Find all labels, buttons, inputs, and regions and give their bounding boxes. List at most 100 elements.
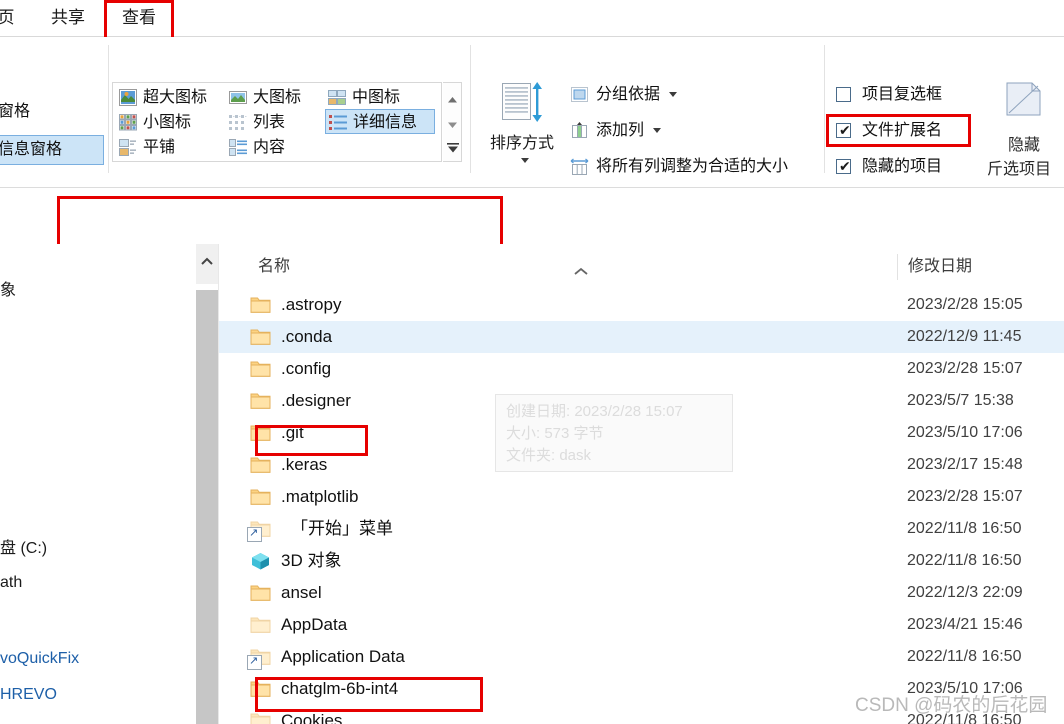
file-name[interactable]: ansel	[281, 577, 322, 609]
folder-icon	[250, 680, 271, 698]
hide-selected-items-icon	[1006, 82, 1041, 116]
nav-item-1[interactable]: 盘 (C:)	[0, 538, 47, 560]
sort-by-button[interactable]: 排序方式	[482, 81, 562, 168]
nav-item-3[interactable]: voQuickFix	[0, 648, 79, 670]
layout-item-label: 小图标	[143, 114, 192, 131]
scrollbar-thumb[interactable]	[196, 290, 218, 724]
folder-icon	[250, 424, 271, 442]
folder-icon	[250, 488, 271, 506]
hide-selected-line2: 斤选项目	[986, 161, 1051, 178]
add-column-icon	[570, 122, 590, 140]
file-date: 2023/2/28 15:07	[907, 488, 1023, 505]
ribbon-preview-pane-button[interactable]: 览窗格	[0, 97, 30, 121]
file-name[interactable]: AppData	[281, 609, 347, 641]
add-column-caret-icon[interactable]	[653, 128, 662, 134]
group-by-label: 分组依据	[596, 86, 661, 103]
column-header-date[interactable]: 修改日期	[897, 254, 972, 280]
table-row[interactable]: .conda 2022/12/9 11:45	[219, 321, 1064, 353]
table-row[interactable]: .config 2023/2/28 15:07	[219, 353, 1064, 385]
layout-content[interactable]: 内容	[226, 135, 320, 160]
folder-dim-icon	[250, 712, 271, 724]
folder-icon	[250, 328, 271, 346]
hidden-items-toggle[interactable]: ✔ 隐藏的项目	[836, 154, 942, 180]
shortcut-overlay-icon: ↗	[247, 527, 262, 542]
table-row[interactable]: .astropy 2023/2/28 15:05	[219, 289, 1064, 321]
file-name[interactable]: 3D 对象	[281, 545, 341, 577]
tab-view[interactable]: 查看	[106, 0, 172, 36]
gallery-scroll-down-icon[interactable]	[447, 116, 458, 128]
layout-details[interactable]: 详细信息	[325, 109, 435, 134]
sort-by-caret-icon[interactable]	[520, 157, 529, 163]
checkbox-hidden-items[interactable]: ✔	[836, 158, 851, 174]
nav-item-0[interactable]: 象	[0, 280, 16, 302]
layout-medium-icons[interactable]: 中图标	[325, 85, 419, 110]
table-row[interactable]: ansel 2022/12/3 22:09	[219, 577, 1064, 609]
nav-item-2[interactable]: ath	[0, 572, 22, 594]
item-checkboxes-toggle[interactable]: 项目复选框	[836, 82, 942, 108]
table-row[interactable]: AppData 2023/4/21 15:46	[219, 609, 1064, 641]
file-name[interactable]: .git	[281, 417, 304, 449]
file-list-header: 名称 修改日期	[219, 249, 1064, 285]
file-date: 2023/2/28 15:07	[907, 360, 1023, 377]
shortcut-arrow-icon: ↗	[249, 527, 259, 539]
folder-icon	[250, 296, 271, 314]
layout-list[interactable]: 列表	[226, 110, 320, 135]
group-by-button[interactable]: 分组依据	[570, 82, 678, 108]
layout-small-icons[interactable]: 小图标	[116, 110, 224, 135]
gallery-scroll-up-icon[interactable]	[447, 91, 458, 103]
layout-gallery-scroll[interactable]	[443, 82, 462, 162]
table-row[interactable]: 3D 对象 2022/11/8 16:50	[219, 545, 1064, 577]
file-name[interactable]: .matplotlib	[281, 481, 358, 513]
sort-ascending-icon	[574, 263, 588, 275]
file-name[interactable]: Cookies	[281, 705, 342, 724]
hide-selected-items-button[interactable]: 隐藏 斤选项目	[982, 81, 1064, 179]
file-date: 2022/11/8 16:50	[907, 552, 1022, 569]
sort-by-label: 排序方式	[489, 135, 554, 152]
file-extensions-toggle[interactable]: ✔ 文件扩展名	[836, 118, 942, 144]
file-name[interactable]: .conda	[281, 321, 332, 353]
add-column-button[interactable]: 添加列	[570, 118, 662, 144]
layout-item-label: 超大图标	[143, 89, 208, 106]
size-all-columns-label: 将所有列调整为合适的大小	[596, 158, 789, 175]
layout-large-icons[interactable]: 大图标	[226, 85, 320, 110]
gallery-expand-icon[interactable]	[447, 141, 459, 153]
column-header-name[interactable]: 名称	[258, 249, 290, 285]
file-name[interactable]: chatglm-6b-int4	[281, 673, 398, 705]
large-icons-icon	[229, 89, 247, 106]
ribbon-separator-2	[470, 45, 471, 173]
layout-item-label: 详细信息	[353, 114, 418, 131]
table-row[interactable]: ↗ 「开始」菜单 2022/11/8 16:50	[219, 513, 1064, 545]
navigation-pane-scrollbar[interactable]	[196, 244, 218, 724]
layout-item-label: 中图标	[352, 89, 401, 106]
file-name[interactable]: .config	[281, 353, 331, 385]
table-row[interactable]: ↗ Application Data 2022/11/8 16:50	[219, 641, 1064, 673]
tab-home[interactable]: 页	[0, 0, 26, 36]
group-by-icon	[570, 86, 590, 104]
layout-extra-large-icons[interactable]: 超大图标	[116, 85, 224, 110]
file-name[interactable]: .astropy	[281, 289, 341, 321]
checkbox-item-checkboxes[interactable]	[836, 87, 851, 102]
tab-share[interactable]: 共享	[36, 0, 100, 36]
table-row[interactable]: .matplotlib 2023/2/28 15:07	[219, 481, 1064, 513]
folder-icon	[250, 392, 271, 410]
file-name[interactable]: 「开始」菜单	[291, 513, 393, 545]
layout-item-label: 平铺	[143, 139, 176, 156]
file-date: 2023/2/28 15:05	[907, 296, 1023, 313]
details-view-icon	[329, 114, 347, 131]
checkbox-file-extensions[interactable]: ✔	[836, 122, 851, 138]
list-view-icon	[229, 114, 247, 131]
check-mark-icon: ✔	[839, 158, 851, 174]
file-name[interactable]: .keras	[281, 449, 327, 481]
layout-item-label: 列表	[253, 114, 286, 131]
scrollbar-up-button[interactable]	[196, 244, 218, 284]
file-name[interactable]: Application Data	[281, 641, 405, 673]
layout-tiles[interactable]: 平铺	[116, 135, 224, 160]
nav-item-4[interactable]: HREVO	[0, 684, 57, 706]
folder-icon	[250, 360, 271, 378]
group-by-caret-icon[interactable]	[669, 92, 678, 98]
file-name[interactable]: .designer	[281, 385, 351, 417]
ribbon: 览窗格 细信息窗格 格 超大图标 大图标 中图标	[0, 37, 1064, 210]
ribbon-details-pane-button[interactable]: 细信息窗格	[0, 135, 62, 165]
size-all-columns-button[interactable]: 将所有列调整为合适的大小	[570, 154, 788, 180]
tooltip-line-0: 创建日期: 2023/2/28 15:07	[506, 403, 683, 420]
